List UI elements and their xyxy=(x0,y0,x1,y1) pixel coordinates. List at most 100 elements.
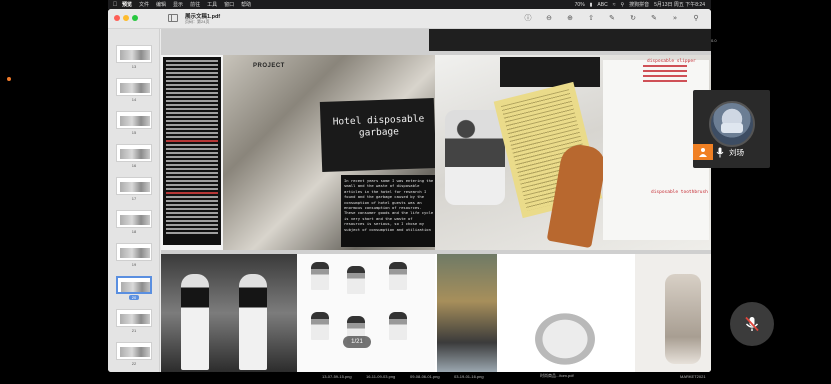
muted-microphone-icon xyxy=(745,316,759,332)
zoom-button[interactable] xyxy=(132,15,138,21)
thumbnail-20-selected[interactable]: 20 xyxy=(116,276,152,300)
thumbnail-19[interactable]: 19 xyxy=(116,243,152,267)
menu-help[interactable]: 帮助 xyxy=(241,1,251,8)
mute-button[interactable] xyxy=(730,302,774,346)
battery-icon[interactable]: ▮ xyxy=(590,2,593,8)
person-icon xyxy=(693,144,713,160)
thumbnail-number: 17 xyxy=(131,196,137,201)
sketch-panel xyxy=(635,254,711,372)
participant-video-tile[interactable]: 刘玚 xyxy=(693,90,770,168)
document-area[interactable]: PROJECT Hotel disposable garbage In rece… xyxy=(161,29,711,372)
thumbnail-page xyxy=(116,342,152,360)
avatar xyxy=(709,101,755,147)
menu-go[interactable]: 前往 xyxy=(190,1,200,8)
input-source[interactable]: ABC xyxy=(597,2,607,8)
status-dot xyxy=(7,77,11,81)
window-controls xyxy=(114,15,138,21)
material-swatch xyxy=(437,254,497,372)
thumbnail-22[interactable]: 22 xyxy=(116,342,152,366)
participant-name-bar: 刘玚 xyxy=(693,144,770,160)
close-button[interactable] xyxy=(114,15,120,21)
red-note-slipper: disposable slipper xyxy=(647,59,696,64)
thumbnail-page xyxy=(116,144,152,162)
thumbnail-sidebar: 13 14 15 16 17 18 19 20 21 22 xyxy=(108,29,160,372)
page-25 xyxy=(161,254,711,372)
thumbnail-number: 14 xyxy=(131,97,137,102)
menu-tools[interactable]: 工具 xyxy=(207,1,217,8)
share-icon[interactable]: ⇧ xyxy=(586,13,596,23)
thumbnail-page xyxy=(116,45,152,63)
menu-bar:  预览 文件 编辑 显示 前往 工具 窗口 帮助 70% ▮ ABC ≈ ⚲ … xyxy=(108,0,711,9)
file-caption[interactable]: 03-19-01-16.png xyxy=(454,374,484,379)
status-area: 70% ▮ ABC ≈ ⚲ 搜狗拼音 5月13日 周五 下午8:24 xyxy=(575,1,711,9)
thumbnail-number: 20 xyxy=(129,295,139,300)
thumbnail-21[interactable]: 21 xyxy=(116,309,152,333)
menu-file[interactable]: 文件 xyxy=(139,1,149,8)
file-caption[interactable]: 16-11-09-03.png xyxy=(366,374,395,379)
maids-photo xyxy=(161,254,297,372)
maid-figure xyxy=(181,274,209,370)
thumbnail-18[interactable]: 18 xyxy=(116,210,152,234)
thumbnail-number: 22 xyxy=(131,361,137,366)
menu-app[interactable]: 预览 xyxy=(122,1,132,8)
clock[interactable]: 5月13日 周五 下午8:24 xyxy=(654,1,705,8)
thumbnail-number: 18 xyxy=(131,229,137,234)
illustration xyxy=(389,312,407,340)
thumbnail-page xyxy=(116,78,152,96)
sketch-figure xyxy=(665,274,701,364)
zoom-out-icon[interactable]: ⊖ xyxy=(544,13,554,23)
thumbnail-16[interactable]: 16 xyxy=(116,144,152,168)
previous-page-tail xyxy=(429,29,711,51)
thumbnail-page xyxy=(116,243,152,261)
thumbnail-number: 19 xyxy=(131,262,137,267)
illustration xyxy=(389,262,407,290)
red-note-toothbrush: disposable toothbrush xyxy=(651,190,708,195)
porcelain-object xyxy=(530,309,600,369)
handwritten-note: In recent years some I was entering the … xyxy=(341,175,437,247)
menu-window[interactable]: 窗口 xyxy=(224,1,234,8)
sidebar-toggle-icon[interactable] xyxy=(168,14,178,22)
toolbar: ⓘ ⊖ ⊕ ⇧ ✎ ↻ ✎ » ⚲ xyxy=(523,13,701,23)
newspaper-clip xyxy=(500,57,600,87)
thumbnail-page xyxy=(116,111,152,129)
info-icon[interactable]: ⓘ xyxy=(523,13,533,23)
thumbnail-13[interactable]: 13 xyxy=(116,45,152,69)
file-caption[interactable]: MARKET2021 xyxy=(680,374,706,379)
thumbnail-15[interactable]: 15 xyxy=(116,111,152,135)
thumbnail-page xyxy=(116,276,152,294)
rotate-icon[interactable]: ↻ xyxy=(628,13,638,23)
file-caption[interactable]: 时尚商品...itom.pdf xyxy=(540,373,574,379)
thumbnail-page xyxy=(116,210,152,228)
menu-edit[interactable]: 编辑 xyxy=(156,1,166,8)
side-text: 0.0 xyxy=(711,38,717,43)
search-icon[interactable]: ⚲ xyxy=(620,2,624,8)
menu-view[interactable]: 显示 xyxy=(173,1,183,8)
zoom-in-icon[interactable]: ⊕ xyxy=(565,13,575,23)
more-icon[interactable]: » xyxy=(670,13,680,23)
participant-name: 刘玚 xyxy=(729,147,744,157)
highlight-icon[interactable]: ✎ xyxy=(649,13,659,23)
photo-figure xyxy=(445,110,505,205)
thumbnail-17[interactable]: 17 xyxy=(116,177,152,201)
hotel-title-card: Hotel disposable garbage xyxy=(319,98,437,172)
thumbnail-number: 21 xyxy=(131,328,137,333)
illustration xyxy=(347,266,365,294)
apple-icon[interactable]:  xyxy=(108,2,122,8)
preview-window: 展示文稿1.pdf 页码：第24页 ⓘ ⊖ ⊕ ⇧ ✎ ↻ ✎ » ⚲ 13 1… xyxy=(108,9,711,372)
thumbnail-number: 15 xyxy=(131,130,137,135)
battery-percent[interactable]: 70% xyxy=(575,2,585,8)
minimize-button[interactable] xyxy=(123,15,129,21)
hotel-title: Hotel disposable garbage xyxy=(332,113,425,139)
thumbnail-page xyxy=(116,309,152,327)
markup-icon[interactable]: ✎ xyxy=(607,13,617,23)
page-counter: 1/21 xyxy=(343,336,371,348)
search-icon[interactable]: ⚲ xyxy=(691,13,701,23)
thumbnail-14[interactable]: 14 xyxy=(116,78,152,102)
file-caption[interactable]: 13-07-59-15.png xyxy=(322,374,352,379)
maid-figure xyxy=(239,274,267,370)
input-method[interactable]: 搜狗拼音 xyxy=(629,1,649,8)
red-lines xyxy=(643,65,687,82)
file-caption[interactable]: 09-08-06-01.png xyxy=(410,374,440,379)
wifi-icon[interactable]: ≈ xyxy=(613,2,616,8)
desktop-file-captions: 13-07-59-15.png 16-11-09-03.png 09-08-06… xyxy=(108,372,711,380)
